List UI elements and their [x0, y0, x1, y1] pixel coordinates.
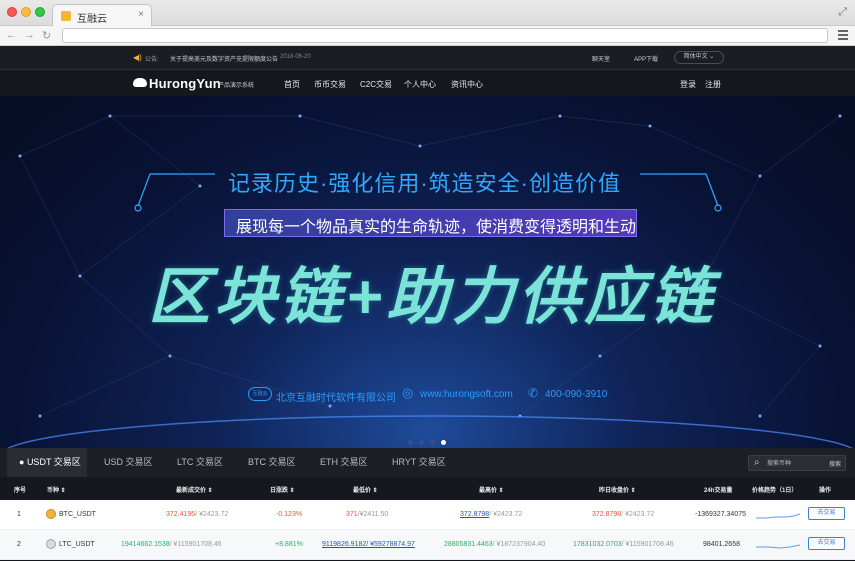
hero-banner[interactable]: 记录历史·强化信用·筑造安全·创造价值 展现每一个物品真实的生命轨迹，使消费变得… — [0, 96, 855, 448]
trade-button[interactable]: 去交易 — [808, 507, 845, 520]
company-url: www.hurongsoft.com — [420, 389, 513, 400]
company-phone: 400-090-3910 — [545, 389, 608, 400]
coin-name[interactable]: BTC_USDT — [59, 511, 96, 518]
favicon-icon — [61, 11, 71, 21]
col-change[interactable]: 日涨跌 ⇕ — [270, 485, 295, 494]
banner-tagline: 展现每一个物品真实的生命轨迹，使消费变得透明和生动 — [236, 219, 637, 236]
volume: 98401.2658 — [703, 541, 740, 548]
last-price: 372.4195/ ¥2423.72 — [166, 511, 229, 518]
row-index: 2 — [17, 541, 21, 548]
col-prev-close[interactable]: 昨日收盘价 ⇕ — [599, 485, 636, 494]
menu-icon[interactable] — [838, 30, 848, 40]
notice-bar: ◀) 公告: 关于提高美元及数字资产充提限额度公告 2018-06-20 聊天室… — [0, 46, 855, 70]
speaker-icon: ◀) — [133, 53, 142, 62]
prev-close: 17831032.0703/ ¥115901708.46 — [573, 541, 674, 548]
minimize-window-button[interactable] — [21, 7, 31, 17]
chatroom-link[interactable]: 聊天室 — [592, 54, 610, 63]
notice-link[interactable]: 关于提高美元及数字资产充提限额度公告 — [170, 54, 278, 63]
close-window-button[interactable] — [7, 7, 17, 17]
col-coin[interactable]: 币种 ⇕ — [47, 485, 66, 494]
coin-search: ⌕ 搜索 — [748, 455, 846, 471]
banner-headline: 区块链+助力供应链 — [148, 263, 717, 332]
forward-icon[interactable]: → — [24, 29, 35, 41]
notice-date: 2018-06-20 — [280, 54, 311, 60]
carousel-dot[interactable] — [419, 440, 424, 445]
carousel-dot[interactable] — [408, 440, 413, 445]
high-price: 372.8798/ ¥2423.72 — [460, 511, 523, 518]
notice-label: 公告: — [145, 57, 159, 63]
browser-toolbar: ← → ↻ — [0, 26, 855, 46]
tab-ltc[interactable]: LTC 交易区 — [177, 448, 223, 477]
phone-icon: ✆ — [528, 386, 539, 400]
trade-button[interactable]: 去交易 — [808, 537, 845, 550]
browser-tab[interactable]: 互融云 × — [52, 4, 152, 26]
low-price: 9119826.9182/ ¥59278874.97 — [322, 541, 415, 548]
col-trend: 价格趋势（1日） — [752, 488, 798, 494]
back-icon[interactable]: ← — [6, 29, 17, 41]
language-select[interactable]: 简体中文 ⌄ — [674, 51, 724, 64]
change-pct: -0.123% — [276, 511, 303, 518]
carousel-dot-active[interactable] — [441, 440, 446, 445]
col-index: 序号 — [14, 488, 27, 494]
tab-usd[interactable]: USD 交易区 — [104, 448, 153, 477]
tab-btc[interactable]: BTC 交易区 — [248, 448, 296, 477]
browser-titlebar: 互融云 × ⤢ — [0, 0, 855, 26]
login-link[interactable]: 登录 — [680, 79, 696, 90]
expand-icon[interactable]: ⤢ — [838, 6, 847, 19]
nav-coin-trade[interactable]: 币币交易 — [314, 79, 346, 90]
tab-hryt[interactable]: HRYT 交易区 — [392, 448, 446, 477]
last-price: 19414662.1538/ ¥115901708.46 — [121, 541, 222, 548]
col-action: 操作 — [819, 488, 832, 494]
ltc-coin-icon — [46, 539, 56, 549]
table-header: 序号 币种 ⇕ 最新成交价 ⇕ 日涨跌 ⇕ 最低价 ⇕ 最高价 ⇕ 昨日收盘价 … — [0, 477, 855, 500]
prev-close: 372.8798/ ¥2423.72 — [592, 511, 655, 518]
search-button[interactable]: 搜索 — [829, 459, 841, 468]
globe-icon: ◎ — [402, 385, 414, 400]
banner-slogan: 记录历史·强化信用·筑造安全·创造价值 — [228, 171, 621, 196]
maximize-window-button[interactable] — [35, 7, 45, 17]
search-input[interactable] — [767, 459, 817, 469]
volume: -1369327.34075 — [695, 511, 746, 518]
high-price: 28805831.4463/ ¥187237904.40 — [444, 541, 546, 548]
cloud-logo-icon — [133, 78, 147, 87]
col-low[interactable]: 最低价 ⇕ — [353, 485, 378, 494]
col-last-price[interactable]: 最新成交价 ⇕ — [176, 485, 213, 494]
logo-text[interactable]: HurongYun — [149, 76, 221, 91]
website: ◀) 公告: 关于提高美元及数字资产充提限额度公告 2018-06-20 聊天室… — [0, 46, 855, 561]
price-trend-sparkline — [756, 544, 800, 549]
register-link[interactable]: 注册 — [705, 79, 721, 90]
reload-icon[interactable]: ↻ — [42, 29, 51, 42]
company-name: 北京互融时代软件有限公司 — [276, 393, 396, 404]
coin-name[interactable]: LTC_USDT — [59, 541, 95, 548]
row-index: 1 — [17, 511, 21, 518]
nav-personal-center[interactable]: 个人中心 — [404, 79, 436, 90]
nav-c2c-trade[interactable]: C2C交易 — [360, 79, 392, 90]
app-download-link[interactable]: APP下载 — [634, 54, 658, 63]
carousel-dot[interactable] — [430, 440, 435, 445]
change-pct: +8.881% — [275, 541, 303, 548]
nav-news-center[interactable]: 资讯中心 — [451, 79, 483, 90]
tab-usdt[interactable]: ● USDT 交易区 — [7, 448, 87, 477]
col-volume: 24h交易量 — [704, 488, 733, 494]
table-row[interactable]: 2 LTC_USDT 19414662.1538/ ¥115901708.46 … — [0, 530, 855, 560]
company-logo: 互融云 — [248, 387, 272, 401]
address-bar[interactable] — [62, 28, 828, 43]
nav-home[interactable]: 首页 — [284, 79, 300, 90]
btc-coin-icon — [46, 509, 56, 519]
tab-eth[interactable]: ETH 交易区 — [320, 448, 368, 477]
tab-close-icon[interactable]: × — [138, 9, 144, 20]
market-tabs: ● USDT 交易区 USD 交易区 LTC 交易区 BTC 交易区 ETH 交… — [0, 448, 855, 477]
price-trend-sparkline — [756, 513, 800, 519]
table-row[interactable]: 1 BTC_USDT 372.4195/ ¥2423.72 -0.123% 37… — [0, 500, 855, 530]
carousel-pager — [408, 432, 452, 448]
col-high[interactable]: 最高价 ⇕ — [479, 485, 504, 494]
search-icon: ⌕ — [754, 457, 760, 468]
logo-subtitle: 产品演示系统 — [218, 83, 255, 89]
tab-title: 互融云 — [77, 14, 107, 25]
low-price: 371/¥2411.50 — [346, 511, 389, 518]
main-nav: HurongYun 产品演示系统 首页 币币交易 C2C交易 个人中心 资讯中心… — [0, 70, 855, 96]
